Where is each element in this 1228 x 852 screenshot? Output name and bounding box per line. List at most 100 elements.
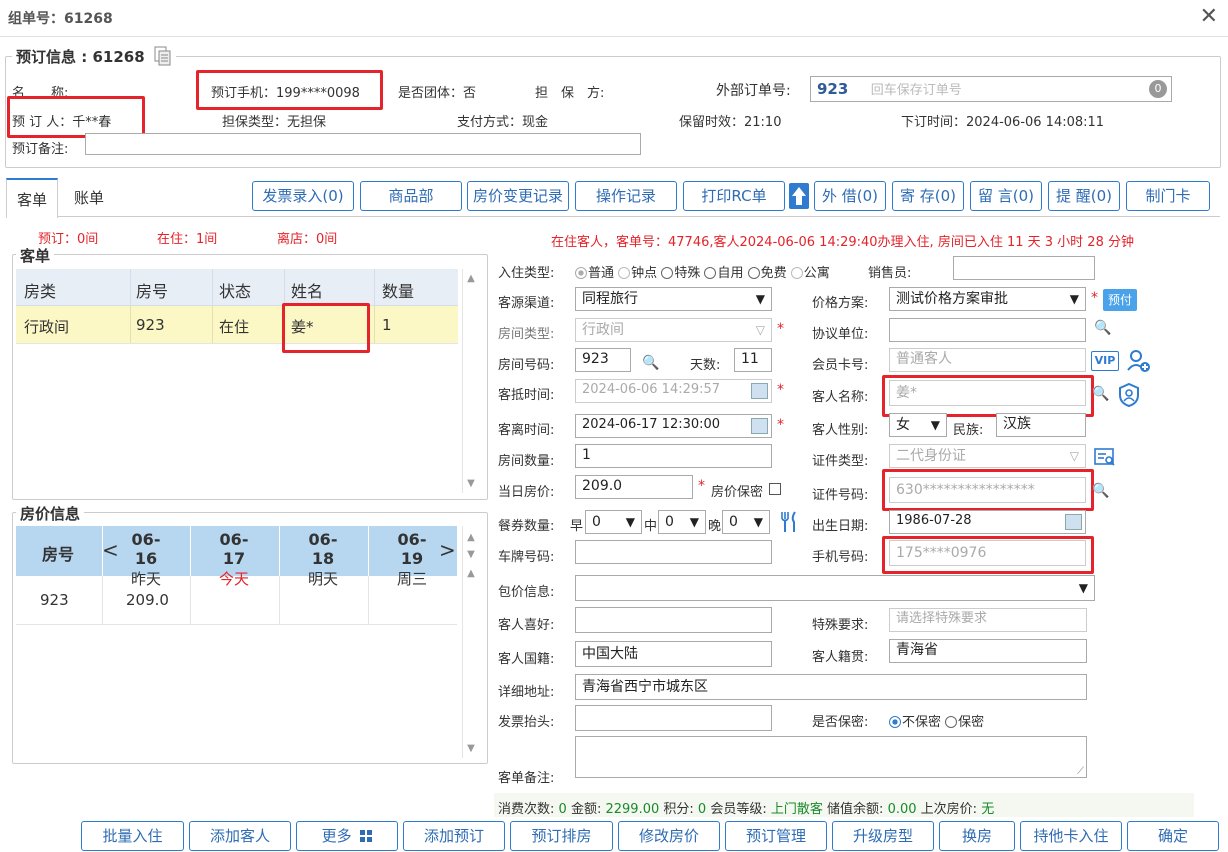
scroll-up-icon[interactable]: ▲ — [463, 532, 479, 543]
goods-dept-button[interactable]: 商品部 — [360, 181, 462, 211]
radio-not-secret[interactable] — [889, 716, 901, 728]
summary-bar: 消费次数: 0 金额: 2299.00 积分: 0 会员等级: 上门散客 储值余… — [494, 793, 1194, 817]
change-room-button[interactable]: 换房 — [939, 821, 1015, 851]
dinner-select[interactable]: 0 ▼ — [722, 510, 770, 534]
lend-button[interactable]: 外 借(0) — [814, 181, 886, 211]
calendar-icon[interactable] — [751, 383, 768, 399]
booking-room-assign-button[interactable]: 预订排房 — [510, 821, 613, 851]
room-no-input[interactable]: 923 — [575, 348, 631, 372]
search-icon[interactable]: 🔍 — [1092, 386, 1109, 402]
room-type-select[interactable]: 行政间 ▽ — [575, 318, 772, 342]
search-icon[interactable]: 🔍 — [642, 355, 659, 371]
id-type-value: 二代身份证 — [896, 448, 966, 464]
cell-count: 1 — [382, 316, 392, 334]
other-card-checkin-button[interactable]: 持他卡入住 — [1020, 821, 1122, 851]
guest-list-scrollbar[interactable]: ▲ ▼ — [462, 269, 479, 493]
next-day-icon[interactable]: > — [439, 538, 456, 562]
add-booking-button[interactable]: 添加预订 — [403, 821, 505, 851]
source-select[interactable]: 同程旅行 ▼ — [575, 287, 772, 311]
scroll-up-icon[interactable]: ▲ — [463, 568, 479, 579]
confirm-button[interactable]: 确定 — [1127, 821, 1219, 851]
tab-bill[interactable]: 账单 — [64, 178, 114, 216]
package-select[interactable]: ▼ — [575, 575, 1095, 601]
scroll-up-icon[interactable]: ▲ — [463, 273, 479, 284]
agreement-input[interactable] — [889, 318, 1086, 342]
vip-icon[interactable]: VIP — [1091, 351, 1119, 371]
print-rc-button[interactable]: 打印RC单 — [683, 181, 785, 211]
calendar-icon[interactable] — [1065, 514, 1082, 530]
prepay-badge[interactable]: 预付 — [1103, 289, 1137, 311]
plate-input[interactable] — [575, 540, 772, 564]
special-input[interactable]: 请选择特殊要求 — [889, 608, 1087, 632]
room-count-input[interactable]: 1 — [575, 444, 772, 468]
radio-normal[interactable] — [575, 267, 587, 279]
native-input[interactable]: 青海省 — [889, 639, 1087, 663]
modify-rate-button[interactable]: 修改房价 — [618, 821, 720, 851]
hobby-input[interactable] — [575, 607, 772, 633]
radio-free[interactable] — [747, 267, 760, 279]
ethnic-input[interactable]: 汉族 — [996, 413, 1086, 437]
depart-input[interactable]: 2024-06-17 12:30:00 — [575, 414, 772, 438]
tab-guest[interactable]: 客单 — [6, 178, 59, 218]
calendar-icon[interactable] — [751, 418, 768, 434]
rate-secret-checkbox[interactable] — [769, 483, 781, 495]
operation-log-button[interactable]: 操作记录 — [575, 181, 677, 211]
make-key-card-button[interactable]: 制门卡 — [1126, 181, 1210, 211]
arrive-input[interactable]: 2024-06-06 14:29:57 — [575, 379, 772, 403]
price-info-scrollbar[interactable]: ▲ ▼ ▲ ▼ — [462, 526, 479, 758]
radio-secret[interactable] — [945, 716, 958, 728]
room-type-value: 行政间 — [582, 322, 624, 338]
guarantor-label: 担 保 方: — [535, 86, 605, 101]
table-row[interactable]: 行政间 923 在住 姜* 1 — [16, 306, 458, 344]
radio-special[interactable] — [661, 267, 674, 279]
copy-icon[interactable] — [154, 46, 172, 66]
upload-arrow-icon[interactable] — [789, 183, 809, 209]
rate-input[interactable]: 209.0 — [575, 475, 693, 499]
invoice-input[interactable] — [575, 705, 772, 731]
guest-name-input[interactable]: 姜* — [889, 380, 1086, 406]
nationality-input[interactable]: 中国大陆 — [575, 641, 772, 667]
mobile-input[interactable]: 175****0976 — [889, 540, 1086, 566]
upgrade-room-button[interactable]: 升级房型 — [832, 821, 934, 851]
lunch-select[interactable]: 0 ▼ — [658, 510, 706, 534]
search-icon[interactable]: 🔍 — [1094, 320, 1111, 336]
id-no-input[interactable]: 630**************** — [889, 477, 1086, 503]
price-plan-select[interactable]: 测试价格方案审批 ▼ — [889, 287, 1086, 311]
radio-apartment[interactable] — [790, 267, 803, 279]
birthday-input[interactable]: 1986-07-28 — [889, 510, 1086, 534]
search-icon[interactable]: 🔍 — [1092, 483, 1109, 499]
radio-hourly[interactable] — [618, 267, 631, 279]
add-user-icon[interactable] — [1126, 348, 1152, 374]
deposit-button[interactable]: 寄 存(0) — [892, 181, 964, 211]
reminder-button[interactable]: 提 醒(0) — [1048, 181, 1120, 211]
id-scan-icon[interactable] — [1094, 446, 1116, 468]
add-guest-button[interactable]: 添加客人 — [189, 821, 291, 851]
breakfast-select[interactable]: 0 ▼ — [585, 510, 642, 534]
days-input[interactable]: 11 — [734, 348, 772, 372]
fork-knife-icon[interactable] — [778, 510, 800, 534]
more-button[interactable]: 更多 — [296, 821, 398, 851]
booking-remark-input[interactable] — [85, 133, 641, 155]
member-input[interactable]: 普通客人 — [889, 348, 1086, 372]
prev-day-icon[interactable]: < — [102, 538, 119, 562]
booking-manage-button[interactable]: 预订管理 — [725, 821, 827, 851]
sales-input[interactable] — [953, 256, 1095, 280]
scroll-down-icon[interactable]: ▼ — [463, 743, 479, 754]
close-icon[interactable]: ✕ — [1200, 4, 1218, 29]
resize-handle-icon[interactable]: ⟋ — [1077, 766, 1084, 777]
invoice-entry-button[interactable]: 发票录入(0) — [252, 181, 354, 211]
radio-self-use[interactable] — [704, 267, 717, 279]
guest-remark-textarea[interactable]: ⟋ — [575, 736, 1087, 778]
scroll-down-icon[interactable]: ▼ — [463, 478, 479, 489]
gender-select[interactable]: 女 ▼ — [889, 413, 947, 437]
table-row[interactable]: 923 209.0 — [16, 576, 457, 625]
message-button[interactable]: 留 言(0) — [970, 181, 1042, 211]
col-room-type: 房类 — [24, 282, 57, 301]
price-change-log-button[interactable]: 房价变更记录 — [467, 181, 569, 211]
scroll-down-icon[interactable]: ▼ — [463, 549, 479, 560]
shield-user-icon[interactable] — [1118, 382, 1140, 408]
address-input[interactable]: 青海省西宁市城东区 — [575, 674, 1087, 700]
id-type-select[interactable]: 二代身份证 ▽ — [889, 444, 1086, 468]
ext-order-input[interactable]: 923 回车保存订单号 0 — [810, 76, 1172, 102]
batch-checkin-button[interactable]: 批量入住 — [81, 821, 184, 851]
